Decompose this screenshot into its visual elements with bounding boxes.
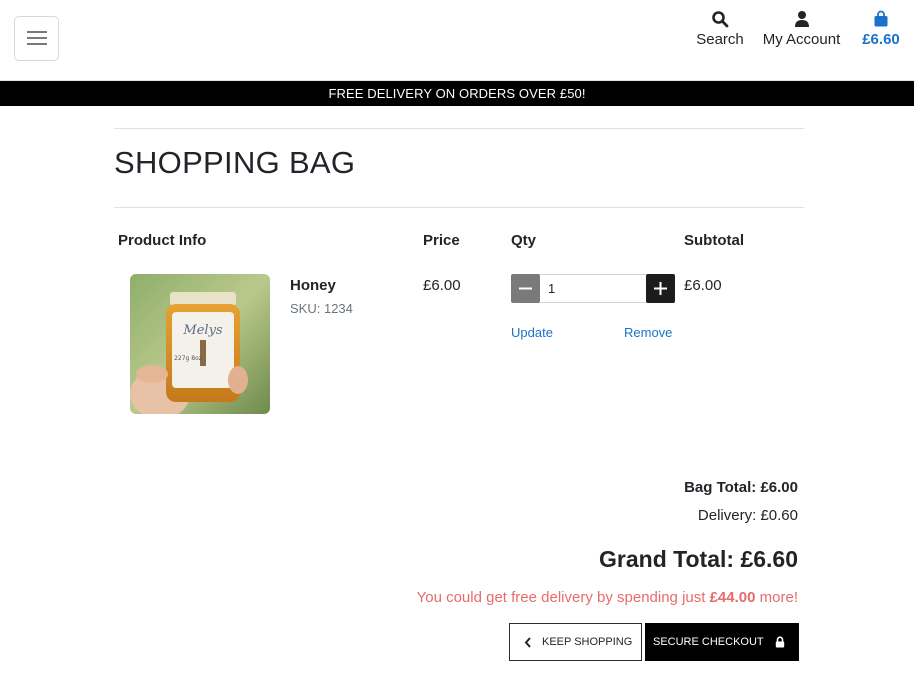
update-link[interactable]: Update	[511, 325, 553, 340]
free-delivery-message: You could get free delivery by spending …	[417, 589, 798, 606]
secure-checkout-label: SECURE CHECKOUT	[653, 636, 764, 648]
bag-total-label: Bag Total:	[684, 479, 757, 496]
site-header: Search My Account £6.60	[0, 0, 914, 81]
divider	[114, 128, 804, 129]
grand-total-label: Grand Total:	[599, 546, 735, 572]
nav-my-account[interactable]: My Account	[755, 10, 848, 48]
product-image-weight-text: 227g 8oz	[174, 355, 202, 362]
grand-total-value: £6.60	[740, 546, 798, 572]
free-delivery-prefix: You could get free delivery by spending …	[416, 589, 706, 606]
menu-icon	[27, 31, 47, 45]
menu-toggle-button[interactable]	[14, 16, 59, 61]
chevron-left-icon	[524, 637, 531, 648]
column-header-price: Price	[423, 232, 460, 249]
nav-search-label: Search	[696, 31, 744, 48]
user-icon	[794, 11, 809, 27]
promo-banner: FREE DELIVERY ON ORDERS OVER £50!	[0, 81, 914, 106]
quantity-input[interactable]	[540, 274, 646, 303]
nav-search[interactable]: Search	[690, 10, 750, 48]
product-subtotal: £6.00	[684, 277, 722, 294]
product-sku-label: SKU:	[290, 301, 321, 316]
grand-total: Grand Total: £6.60	[599, 546, 798, 573]
nav-account-label: My Account	[762, 31, 841, 48]
delivery-value: £0.60	[760, 507, 798, 524]
quantity-decrease-button[interactable]	[511, 274, 540, 303]
bag-total-value: £6.00	[760, 479, 798, 496]
search-icon	[712, 11, 729, 28]
free-delivery-suffix: more!	[759, 589, 798, 606]
delivery-cost: Delivery: £0.60	[698, 507, 798, 524]
bag-total: Bag Total: £6.00	[684, 479, 798, 496]
keep-shopping-button[interactable]: KEEP SHOPPING	[509, 623, 642, 661]
quantity-increase-button[interactable]	[646, 274, 675, 303]
column-header-qty: Qty	[511, 232, 537, 249]
secure-checkout-button[interactable]: SECURE CHECKOUT	[645, 623, 799, 661]
divider	[114, 207, 804, 208]
product-name[interactable]: Honey	[290, 277, 336, 294]
product-sku: SKU: 1234	[290, 301, 353, 316]
delivery-label: Delivery:	[697, 507, 757, 524]
remove-link[interactable]: Remove	[624, 325, 672, 340]
nav-bag[interactable]: £6.60	[854, 10, 908, 48]
nav-bag-total: £6.60	[862, 31, 900, 48]
product-price: £6.00	[423, 277, 461, 294]
column-header-product-info: Product Info	[118, 232, 207, 249]
bag-icon	[874, 10, 888, 27]
page-title: SHOPPING BAG	[114, 145, 356, 180]
column-header-subtotal: Subtotal	[684, 232, 744, 249]
free-delivery-amount: £44.00	[709, 589, 756, 606]
product-image-label-text: Melys	[182, 323, 223, 338]
keep-shopping-label: KEEP SHOPPING	[542, 636, 633, 648]
product-image[interactable]: Melys 227g 8oz	[130, 274, 270, 414]
plus-icon	[654, 282, 667, 295]
minus-icon	[519, 287, 532, 290]
product-sku-value: 1234	[323, 301, 353, 316]
lock-icon	[775, 636, 785, 648]
